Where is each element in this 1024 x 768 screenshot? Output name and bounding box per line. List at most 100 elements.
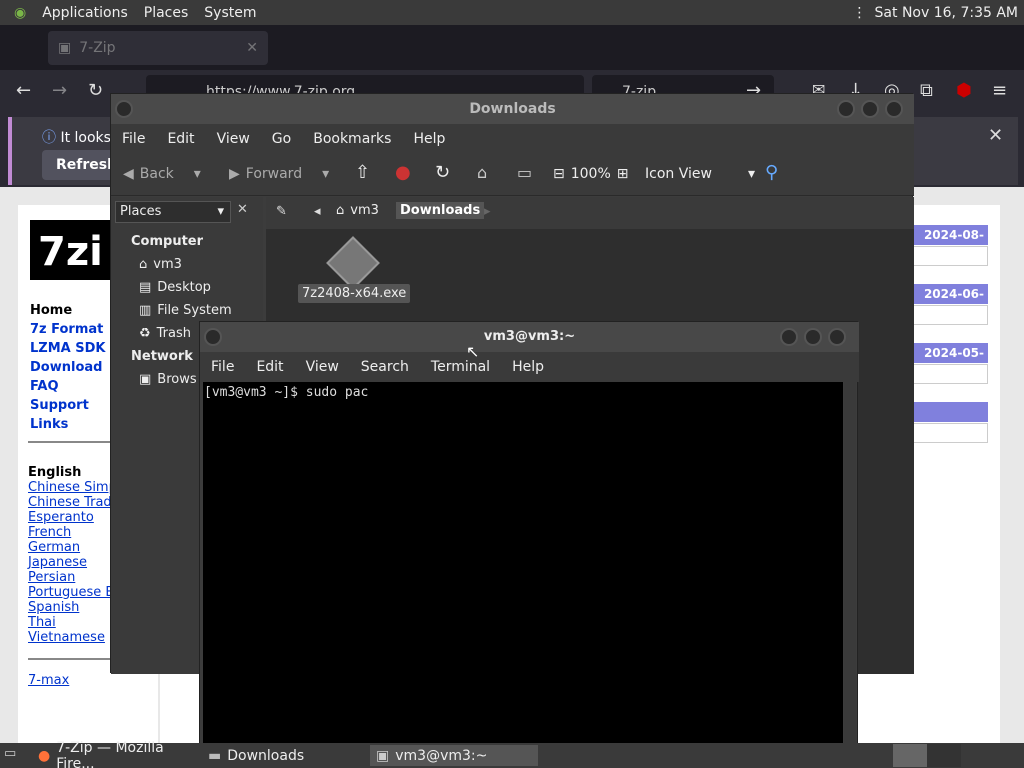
lang-link[interactable]: Vietnamese: [28, 630, 105, 645]
lang-link[interactable]: Chinese Trad.: [28, 495, 116, 510]
window-menu-button[interactable]: [115, 100, 133, 118]
taskbar-item-terminal[interactable]: ▣ vm3@vm3:~: [370, 745, 538, 766]
lang-link[interactable]: Spanish: [28, 600, 79, 615]
tab-title: 7-Zip: [79, 40, 116, 56]
close-button[interactable]: [828, 328, 846, 346]
reload-icon[interactable]: ↻: [88, 80, 103, 101]
menu-file[interactable]: File: [200, 359, 245, 375]
nav-support[interactable]: Support: [30, 398, 89, 413]
sidebar-item-trash[interactable]: ♻ Trash: [139, 326, 191, 341]
back-dropdown-icon[interactable]: ▾: [194, 166, 201, 182]
menu-go[interactable]: Go: [261, 131, 302, 147]
edit-location-icon[interactable]: ✎: [276, 204, 287, 219]
places-select[interactable]: Places ▾: [115, 201, 231, 223]
lang-link[interactable]: Thai: [28, 615, 56, 630]
path-segment-vm3[interactable]: ⌂ vm3: [336, 203, 379, 218]
nav-download[interactable]: Download: [30, 360, 102, 375]
nav-7z-format[interactable]: 7z Format: [30, 322, 103, 337]
sidebar-item-vm3[interactable]: ⌂ vm3: [139, 257, 182, 272]
places-menu[interactable]: Places: [136, 5, 197, 21]
firefox-icon: ●: [38, 747, 51, 764]
menu-bookmarks[interactable]: Bookmarks: [302, 131, 402, 147]
workspace-switcher[interactable]: [893, 744, 927, 767]
downloads-title-bar[interactable]: Downloads: [111, 94, 914, 124]
path-right-icon[interactable]: ▸: [484, 204, 491, 219]
terminal-scrollbar[interactable]: [844, 382, 856, 768]
terminal-screen[interactable]: [vm3@vm3 ~]$ sudo pac: [203, 382, 843, 768]
tab-close-icon[interactable]: ✕: [246, 40, 258, 56]
forward-button[interactable]: ▶ Forward ▾: [229, 166, 329, 182]
close-button[interactable]: [885, 100, 903, 118]
menu-view[interactable]: View: [295, 359, 350, 375]
lang-link[interactable]: Chinese Simpl: [28, 480, 120, 495]
news-cell: [912, 423, 988, 443]
minimize-button[interactable]: [837, 100, 855, 118]
lang-link[interactable]: Esperanto: [28, 510, 94, 525]
nav-home[interactable]: Home: [30, 303, 72, 318]
nav-lzma-sdk[interactable]: LZMA SDK: [30, 341, 105, 356]
file-name-label[interactable]: 7z2408-x64.exe: [298, 284, 411, 303]
terminal-title-bar[interactable]: vm3@vm3:~: [200, 322, 859, 352]
forward-dropdown-icon[interactable]: ▾: [322, 166, 329, 182]
7max-link[interactable]: 7-max: [28, 673, 69, 688]
forward-arrow-icon[interactable]: →: [52, 80, 67, 101]
maximize-button[interactable]: [861, 100, 879, 118]
up-arrow-icon[interactable]: ⇧: [355, 162, 370, 183]
lang-link[interactable]: Japanese: [28, 555, 87, 570]
show-desktop-icon[interactable]: ▭: [4, 746, 16, 761]
home-folder-icon[interactable]: ⌂: [477, 163, 487, 182]
clock[interactable]: Sat Nov 16, 7:35 AM: [875, 5, 1018, 21]
menu-help[interactable]: Help: [501, 359, 555, 375]
path-left-icon[interactable]: ◂: [314, 204, 321, 219]
menu-search[interactable]: Search: [350, 359, 420, 375]
network-icon: ▣: [139, 372, 152, 387]
reload-icon[interactable]: ↻: [435, 162, 450, 183]
path-segment-downloads[interactable]: Downloads: [396, 202, 485, 219]
sidebar-item-filesystem[interactable]: ▥ File System: [139, 303, 232, 318]
path-bar: ✎ ◂ ⌂ vm3 Downloads ▸: [266, 197, 914, 229]
news-cell: [912, 305, 988, 325]
zoom-out-icon[interactable]: ⊟: [553, 166, 565, 182]
home-folder-icon: ⌂: [139, 257, 148, 272]
menu-help[interactable]: Help: [402, 131, 456, 147]
system-menu[interactable]: System: [196, 5, 264, 21]
minimize-button[interactable]: [780, 328, 798, 346]
back-button[interactable]: ◀ Back ▾: [123, 166, 201, 182]
back-arrow-icon[interactable]: ←: [16, 80, 31, 101]
menu-terminal[interactable]: Terminal: [420, 359, 501, 375]
bottom-taskbar: ▭ ● 7-Zip — Mozilla Fire... ▬ Downloads …: [0, 740, 1024, 768]
firefox-tab-bar: ▣ 7-Zip ✕: [0, 25, 1024, 70]
extensions-icon[interactable]: ⧉: [920, 80, 933, 101]
taskbar-item-downloads[interactable]: ▬ Downloads: [202, 745, 368, 766]
menu-view[interactable]: View: [206, 131, 261, 147]
menu-file[interactable]: File: [111, 131, 156, 147]
taskbar-item-firefox[interactable]: ● 7-Zip — Mozilla Fire...: [32, 740, 202, 768]
menu-hamburger-icon[interactable]: ≡: [992, 80, 1007, 101]
folder-icon: ▬: [208, 747, 222, 764]
lang-link[interactable]: German: [28, 540, 80, 555]
workspace-switcher[interactable]: [927, 744, 961, 767]
lang-link[interactable]: French: [28, 525, 71, 540]
firefox-tab[interactable]: ▣ 7-Zip ✕: [48, 31, 268, 65]
stop-icon[interactable]: ●: [395, 162, 411, 183]
close-sidebar-icon[interactable]: ✕: [237, 202, 248, 217]
window-menu-button[interactable]: [204, 328, 222, 346]
sidebar-item-browse-network[interactable]: ▣ Brows: [139, 372, 197, 387]
menu-edit[interactable]: Edit: [245, 359, 294, 375]
maximize-button[interactable]: [804, 328, 822, 346]
applications-menu[interactable]: Applications: [34, 5, 136, 21]
computer-icon[interactable]: ▭: [517, 163, 532, 182]
menu-edit[interactable]: Edit: [156, 131, 205, 147]
lang-link[interactable]: Portuguese Br: [28, 585, 120, 600]
notification-close-icon[interactable]: ✕: [988, 125, 1003, 146]
sidebar-item-desktop[interactable]: ▤ Desktop: [139, 280, 211, 295]
nav-faq[interactable]: FAQ: [30, 379, 59, 394]
lang-link[interactable]: Persian: [28, 570, 75, 585]
downloads-toolbar: ◀ Back ▾ ▶ Forward ▾ ⇧ ● ↻ ⌂ ▭ ⊟ 100% ⊞ …: [111, 154, 914, 196]
zoom-in-icon[interactable]: ⊞: [617, 166, 629, 182]
nav-links[interactable]: Links: [30, 417, 68, 432]
ublock-icon[interactable]: ⬢: [956, 80, 972, 101]
chevron-down-icon: ▾: [217, 204, 224, 219]
search-icon[interactable]: ⚲: [765, 162, 778, 183]
view-mode-select[interactable]: Icon View ▾: [645, 166, 755, 182]
